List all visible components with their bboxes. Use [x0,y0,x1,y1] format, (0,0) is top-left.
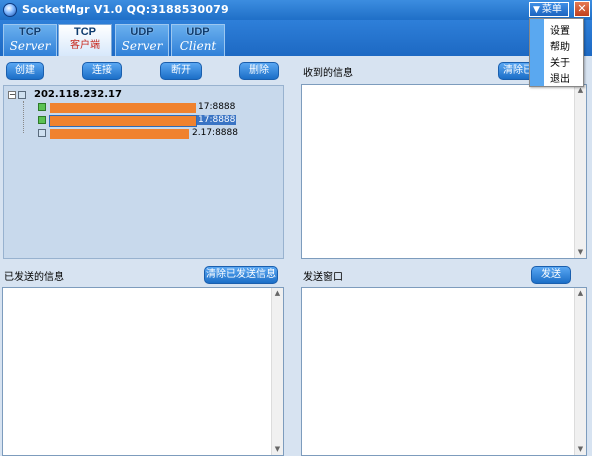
send-scrollbar[interactable]: ▲ ▼ [574,288,586,455]
chevron-down-icon: ▼ [533,5,540,15]
scroll-down-icon[interactable]: ▼ [575,444,586,455]
tab-tcp-server[interactable]: TCP Server [3,24,57,56]
main-area: 创建 连接 断开 删除 − 202.118.232.17 17:8888 17:… [0,56,592,456]
connection-port: 17:8888 [197,115,237,125]
title-bar: SocketMgr V1.0 QQ:3188530079 ▼ 菜单 ✕ [0,0,592,20]
tab-udp-client-protocol: UDP [186,26,210,38]
connection-icon [38,103,46,111]
scroll-down-icon[interactable]: ▼ [575,247,586,258]
tab-udp-client[interactable]: UDP Client [171,24,225,56]
connection-port: 2.17:8888 [192,128,238,138]
tab-tcp-client[interactable]: TCP 客户端 [58,24,112,56]
main-menu-dropdown: 设置 帮助 关于 退出 [529,18,584,87]
tree-connector [23,101,24,133]
connection-port: 17:8888 [198,102,236,112]
disconnect-button[interactable]: 断开 [160,62,202,80]
connection-item-selected[interactable] [49,115,197,127]
create-button[interactable]: 创建 [6,62,44,80]
close-button[interactable]: ✕ [574,1,590,17]
received-scrollbar[interactable]: ▲ ▼ [574,85,586,258]
menu-button-label: 菜单 [541,4,562,15]
tab-tcp-server-role: Server [9,39,51,53]
tab-tcp-client-protocol: TCP [74,26,96,38]
app-icon [3,3,17,17]
close-icon: ✕ [577,2,587,15]
server-icon [18,91,26,99]
menu-item-exit[interactable]: 退出 [550,70,570,85]
app-title: SocketMgr V1.0 QQ:3188530079 [22,3,229,16]
received-label: 收到的信息 [303,64,356,79]
menu-item-about[interactable]: 关于 [550,54,570,69]
menu-item-help[interactable]: 帮助 [550,38,570,53]
connect-button[interactable]: 连接 [82,62,122,80]
delete-button[interactable]: 删除 [239,62,279,80]
sent-label: 已发送的信息 [4,268,67,283]
menu-button[interactable]: ▼ 菜单 [529,2,569,17]
tab-udp-client-role: Client [179,39,217,53]
sent-scrollbar[interactable]: ▲ ▼ [271,288,283,455]
clear-sent-button[interactable]: 清除已发送信息 [204,266,278,284]
connection-item[interactable] [50,129,189,139]
menu-item-settings[interactable]: 设置 [550,22,570,37]
menu-stripe [530,19,544,86]
tab-tcp-client-role: 客户端 [70,40,100,51]
tab-tcp-server-protocol: TCP [19,26,41,38]
send-window-label: 发送窗口 [303,268,346,283]
tab-udp-server-role: Server [121,39,163,53]
scroll-up-icon[interactable]: ▲ [575,288,586,299]
connection-item[interactable] [50,103,196,113]
sent-messages-box[interactable]: ▲ ▼ [2,287,284,456]
tab-udp-server-protocol: UDP [130,26,154,38]
tree-root-address: 202.118.232.17 [34,89,122,100]
tree-root-toggle[interactable]: − [8,91,16,99]
scroll-down-icon[interactable]: ▼ [272,444,283,455]
connection-tree[interactable]: − 202.118.232.17 17:8888 17:8888 2.17:88… [3,85,284,259]
tab-udp-server[interactable]: UDP Server [115,24,169,56]
send-input-box[interactable]: ▲ ▼ [301,287,587,456]
connection-icon [38,129,46,137]
received-messages-box[interactable]: ▲ ▼ [301,84,587,259]
send-button[interactable]: 发送 [531,266,571,284]
scroll-up-icon[interactable]: ▲ [272,288,283,299]
connection-icon [38,116,46,124]
